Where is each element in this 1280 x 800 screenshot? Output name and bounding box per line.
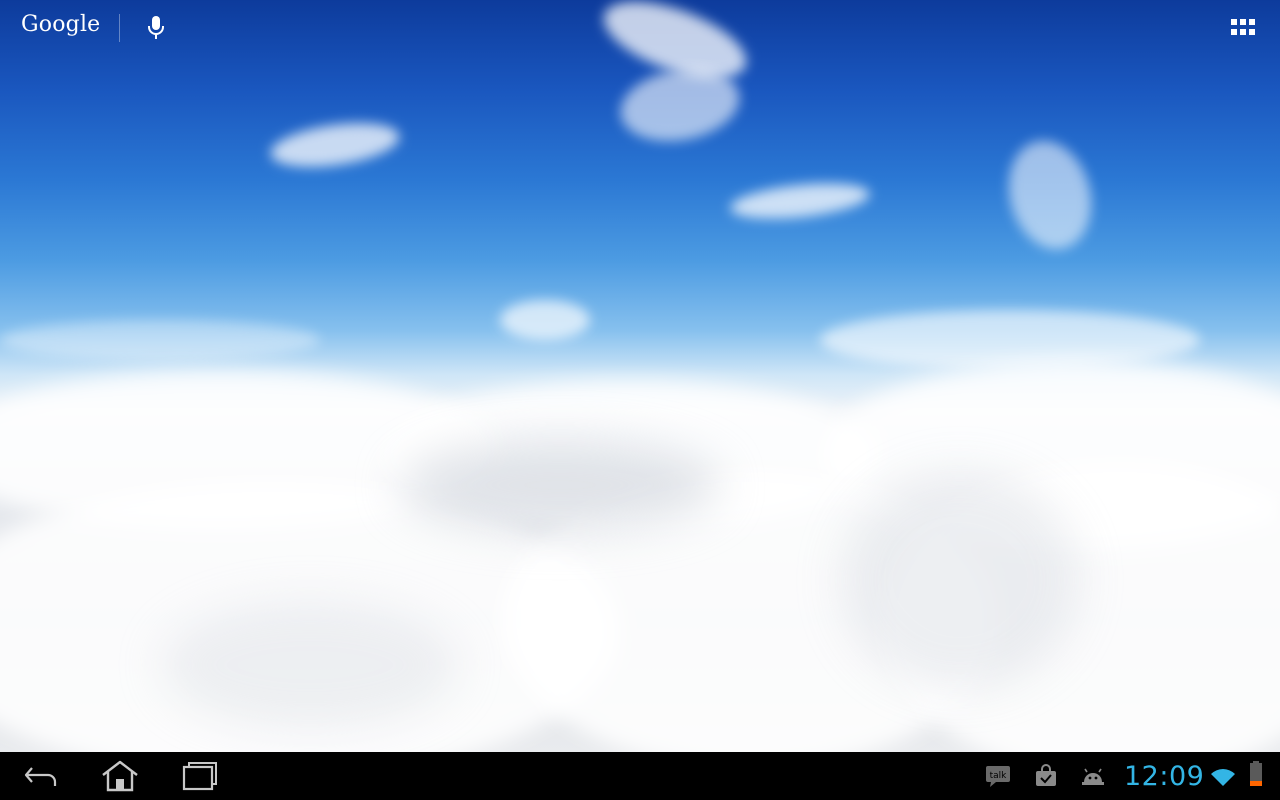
- status-clock[interactable]: 12:09: [1124, 761, 1204, 792]
- google-search-logo[interactable]: Google: [21, 12, 100, 37]
- wallpaper-clouds: [0, 0, 1280, 752]
- back-arrow-icon[interactable]: [18, 758, 66, 794]
- wifi-icon: [1210, 764, 1236, 788]
- microphone-icon[interactable]: [144, 13, 168, 43]
- home-screen: Google talk 12:09: [0, 0, 1280, 800]
- battery-icon: [1248, 761, 1264, 788]
- home-icon[interactable]: [96, 758, 144, 794]
- search-divider: [119, 14, 120, 42]
- recent-apps-icon[interactable]: [176, 758, 224, 794]
- market-bag-icon[interactable]: [1033, 764, 1059, 788]
- talk-icon[interactable]: talk: [985, 764, 1013, 788]
- talk-label: talk: [990, 771, 1008, 781]
- android-debug-icon[interactable]: [1080, 764, 1106, 788]
- system-bar: talk 12:09: [0, 752, 1280, 800]
- all-apps-grid-icon[interactable]: [1228, 16, 1260, 40]
